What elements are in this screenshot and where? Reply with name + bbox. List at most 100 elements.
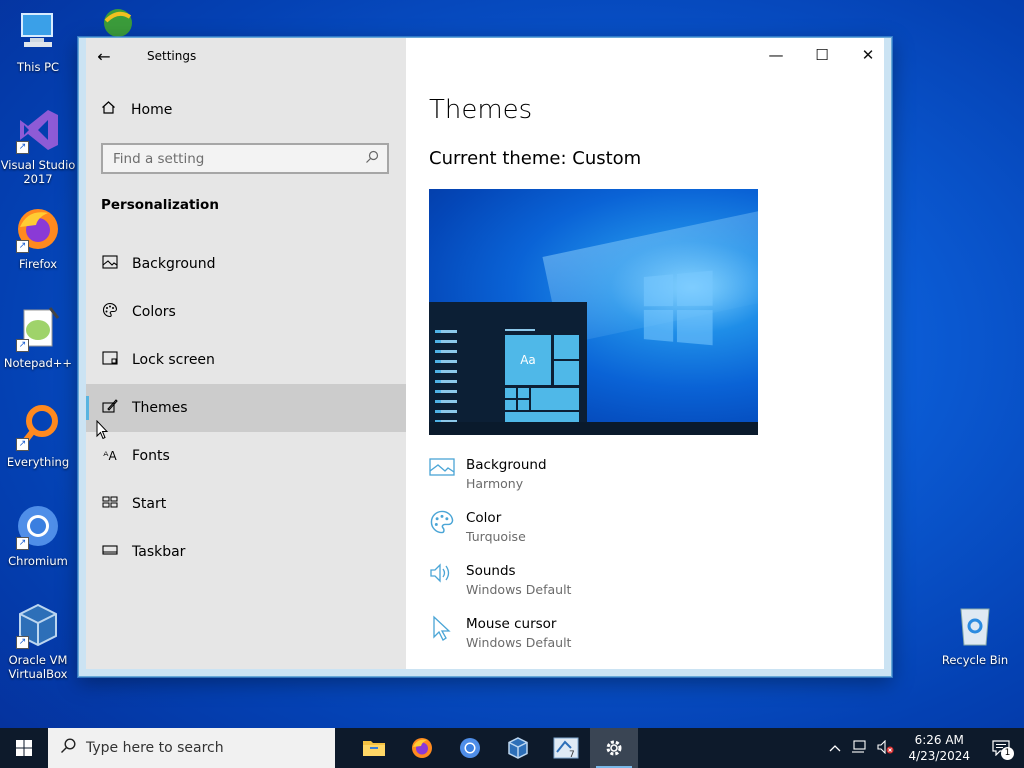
app-window-icon: 7 xyxy=(553,737,579,760)
nav-item-themes[interactable]: Themes xyxy=(85,384,406,432)
find-setting-search[interactable]: Find a setting xyxy=(101,143,389,174)
start-button[interactable] xyxy=(0,728,48,768)
desktop-icon-label: This PC xyxy=(16,60,60,74)
mouse-pointer-icon xyxy=(96,419,109,440)
maximize-button[interactable]: ☐ xyxy=(799,38,845,72)
desktop-icon-this-pc[interactable]: This PC xyxy=(0,8,76,74)
theme-item-value: Harmony xyxy=(466,476,524,491)
window-controls: — ☐ ✕ xyxy=(753,38,891,72)
desktop-icon-label: Chromium xyxy=(8,554,68,568)
settings-nav-pane: ← Settings Home Find a setting Personali… xyxy=(79,38,406,676)
theme-item-label: Background xyxy=(466,457,547,473)
desktop-icon-label: Visual Studio 2017 xyxy=(0,158,76,186)
home-icon xyxy=(101,100,119,119)
personalization-nav: Background Colors Lock screen Themes ᴬA … xyxy=(85,240,406,576)
search-icon xyxy=(365,150,379,168)
shortcut-arrow-icon: ↗ xyxy=(16,636,29,649)
nav-item-label: Taskbar xyxy=(132,544,186,560)
network-icon[interactable] xyxy=(851,739,867,757)
svg-text:7: 7 xyxy=(569,750,575,760)
chromium-icon: ↗ xyxy=(14,502,62,550)
taskbar-virtualbox[interactable] xyxy=(494,728,542,768)
taskbar-chromium[interactable] xyxy=(446,728,494,768)
nav-item-taskbar[interactable]: Taskbar xyxy=(85,528,406,576)
theme-item-label: Color xyxy=(466,510,502,526)
shortcut-arrow-icon: ↗ xyxy=(16,438,29,451)
desktop-icon-notepadpp[interactable]: ↗ Notepad++ xyxy=(0,304,76,370)
nav-item-colors[interactable]: Colors xyxy=(85,288,406,336)
action-center-button[interactable]: 1 xyxy=(986,728,1016,768)
back-button[interactable]: ← xyxy=(79,38,129,74)
minimize-icon: — xyxy=(768,46,784,64)
brush-icon xyxy=(101,398,119,418)
minimize-button[interactable]: — xyxy=(753,38,799,72)
windows-logo-icon xyxy=(643,270,715,347)
desktop-icon-virtualbox[interactable]: ↗ Oracle VM VirtualBox xyxy=(0,601,76,681)
search-magnifier-icon: ↗ xyxy=(14,403,62,451)
desktop-icon-label: Notepad++ xyxy=(3,356,73,370)
firefox-icon xyxy=(412,738,432,758)
folder-icon xyxy=(363,741,385,756)
taskbar-search-box[interactable]: Type here to search xyxy=(48,728,335,768)
theme-item-mouse-cursor[interactable]: Mouse cursor Windows Default xyxy=(429,615,789,668)
gear-icon xyxy=(606,740,622,756)
theme-item-color[interactable]: Color Turquoise xyxy=(429,509,789,562)
nav-item-lock-screen[interactable]: Lock screen xyxy=(85,336,406,384)
desktop-icon-label: Everything xyxy=(6,455,70,469)
theme-item-value: Turquoise xyxy=(466,529,526,544)
nav-item-background[interactable]: Background xyxy=(85,240,406,288)
start-tiles-icon xyxy=(101,495,119,513)
desktop-icon-ie[interactable] xyxy=(82,5,152,41)
close-button[interactable]: ✕ xyxy=(845,38,891,72)
desktop-icon-everything[interactable]: ↗ Everything xyxy=(0,403,76,469)
preview-tile-text: Aa xyxy=(505,335,551,385)
cursor-icon xyxy=(429,615,466,648)
desktop-icon-recycle-bin[interactable]: Recycle Bin xyxy=(937,601,1013,667)
taskbar-clock[interactable]: 6:26 AM 4/23/2024 xyxy=(908,732,970,764)
window-title: Settings xyxy=(147,49,197,63)
desktop-icon-firefox[interactable]: ↗ Firefox xyxy=(0,205,76,271)
shortcut-arrow-icon: ↗ xyxy=(16,141,29,154)
theme-item-background[interactable]: Background Harmony xyxy=(429,456,789,509)
section-title: Personalization xyxy=(101,197,219,213)
theme-item-value: Windows Default xyxy=(466,635,572,650)
theme-item-label: Mouse cursor xyxy=(466,616,557,632)
notepadpp-icon: ↗ xyxy=(14,304,62,352)
taskbar-terminal-app[interactable]: 7 xyxy=(542,728,590,768)
page-title: Themes xyxy=(429,95,533,125)
theme-item-label: Sounds xyxy=(466,563,516,579)
theme-settings-list: Background Harmony Color Turquoise Sounds W… xyxy=(429,456,789,668)
nav-item-fonts[interactable]: ᴬA Fonts xyxy=(85,432,406,480)
palette-icon xyxy=(101,302,119,322)
maximize-icon: ☐ xyxy=(815,46,829,64)
desktop-icon-chromium[interactable]: ↗ Chromium xyxy=(0,502,76,568)
picture-icon xyxy=(101,255,119,273)
theme-item-sounds[interactable]: Sounds Windows Default xyxy=(429,562,789,615)
title-bar: ← Settings xyxy=(79,38,406,74)
nav-item-label: Start xyxy=(132,496,167,512)
taskbar-file-explorer[interactable] xyxy=(350,728,398,768)
chromium-icon xyxy=(460,738,480,758)
shortcut-arrow-icon: ↗ xyxy=(16,240,29,253)
speaker-icon xyxy=(429,562,466,591)
palette-icon xyxy=(429,509,466,542)
nav-item-start[interactable]: Start xyxy=(85,480,406,528)
desktop-icon-visual-studio[interactable]: ↗ Visual Studio 2017 xyxy=(0,106,76,186)
notification-count-badge: 1 xyxy=(1001,747,1014,760)
search-icon xyxy=(60,738,76,758)
chevron-up-icon[interactable] xyxy=(829,741,841,755)
picture-icon xyxy=(429,456,466,485)
shortcut-arrow-icon: ↗ xyxy=(16,339,29,352)
arrow-left-icon: ← xyxy=(97,46,111,66)
home-link[interactable]: Home xyxy=(101,100,172,119)
taskbar-firefox[interactable] xyxy=(398,728,446,768)
taskbar-settings[interactable] xyxy=(590,728,638,768)
close-icon: ✕ xyxy=(861,46,875,64)
theme-item-value: Windows Default xyxy=(466,582,572,597)
recycle-bin-icon xyxy=(951,601,999,649)
volume-muted-icon[interactable] xyxy=(877,739,895,757)
globe-icon xyxy=(98,5,136,37)
lock-screen-icon xyxy=(101,351,119,369)
desktop-icon-label: Oracle VM VirtualBox xyxy=(8,653,68,681)
fonts-icon: ᴬA xyxy=(103,449,117,463)
